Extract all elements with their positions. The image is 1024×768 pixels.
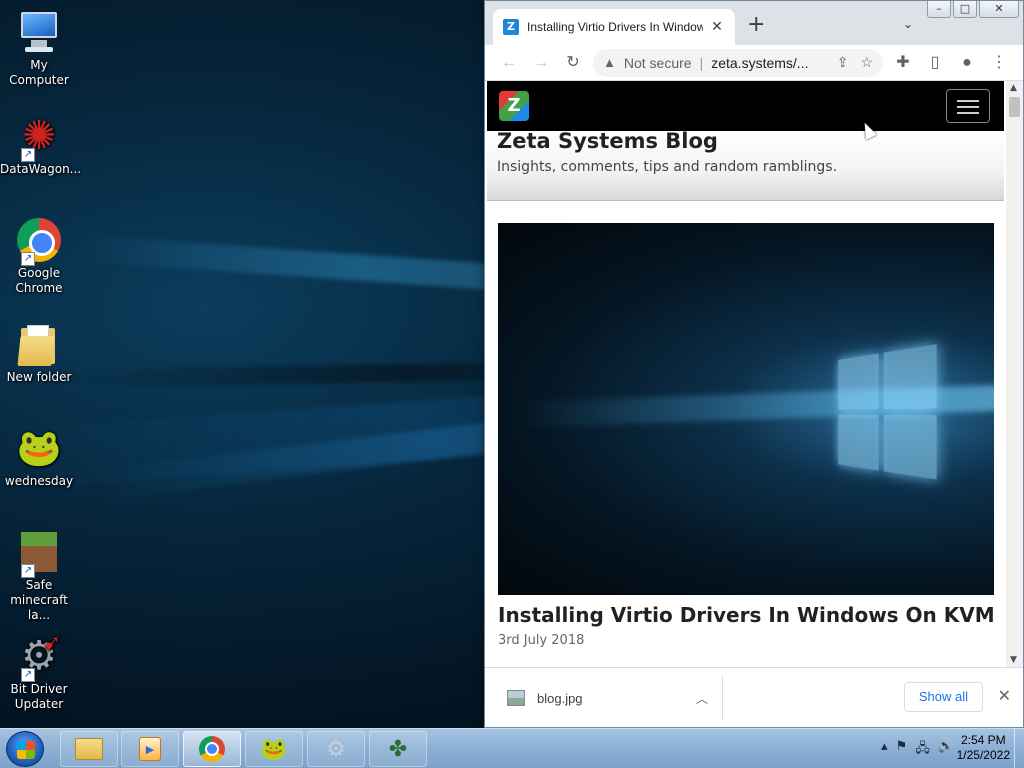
minimize-button[interactable]: –: [927, 1, 951, 18]
post-date: 3rd July 2018: [498, 633, 585, 648]
download-shelf: blog.jpg ︿ Show all ✕: [485, 667, 1023, 727]
desktop-icon-label: New folder: [6, 370, 72, 384]
network-icon[interactable]: 🖧: [915, 739, 930, 761]
maximize-button[interactable]: □: [953, 1, 977, 18]
close-download-bar-icon[interactable]: ✕: [998, 686, 1011, 706]
taskbar-bit-driver-updater[interactable]: ⚙: [307, 731, 365, 767]
start-button[interactable]: [6, 731, 44, 767]
folder-icon: [75, 738, 103, 760]
blog-tagline: Insights, comments, tips and random ramb…: [497, 159, 838, 175]
computer-icon: [15, 8, 63, 56]
new-tab-button[interactable]: +: [747, 13, 765, 37]
desktop-icon-new-folder[interactable]: New folder: [0, 320, 78, 385]
action-center-flag-icon[interactable]: ⚑: [896, 739, 908, 761]
window-caption-buttons: – □ ✕: [927, 1, 1019, 18]
media-player-icon: ▶: [139, 737, 161, 761]
desktop-icon-label: Bit Driver Updater: [10, 682, 68, 711]
chrome-icon: [199, 736, 225, 762]
gear-icon: ⚙ ➹ ↗: [21, 631, 61, 682]
clock-date: 1/25/2022: [956, 748, 1010, 762]
folder-icon: [15, 320, 63, 368]
taskbar-wednesday[interactable]: 🐸: [245, 731, 303, 767]
desktop-icon-bit-driver-updater[interactable]: ⚙ ➹ ↗ Bit Driver Updater: [0, 632, 78, 712]
clock-time: 2:54 PM: [960, 733, 1006, 747]
back-arrow-icon[interactable]: ←: [493, 49, 525, 77]
volume-icon[interactable]: 🔊: [938, 739, 954, 761]
taskbar-clock[interactable]: 2:54 PM 1/25/2022: [957, 733, 1010, 763]
desktop-icon-datawagon[interactable]: ✺ ↗ DataWagon...: [0, 112, 82, 177]
site-logo[interactable]: Z: [499, 91, 529, 121]
frog-icon: 🐸: [260, 736, 288, 762]
chrome-window: Z Installing Virtio Drivers In Windows ✕…: [484, 0, 1024, 728]
taskbar: ▶ 🐸 ⚙ ✤ ▴ ⚑ 🖧 🔊 2:54 PM 1/25/2022: [0, 728, 1024, 768]
show-hidden-icons-icon[interactable]: ▴: [881, 739, 888, 761]
close-window-button[interactable]: ✕: [979, 1, 1019, 18]
desktop-icon-label: DataWagon...: [0, 162, 82, 176]
taskbar-explorer[interactable]: [60, 731, 118, 767]
close-tab-icon[interactable]: ✕: [709, 19, 725, 35]
tab-search-chevron-icon[interactable]: ⌄: [903, 17, 913, 31]
windows-flag-icon: [17, 741, 35, 759]
desktop-icon-wednesday[interactable]: 🐸 wednesday: [0, 424, 78, 489]
taskbar-media-player[interactable]: ▶: [121, 731, 179, 767]
show-all-button[interactable]: Show all: [903, 682, 983, 712]
tab-active[interactable]: Z Installing Virtio Drivers In Windows ✕: [493, 9, 735, 45]
desktop-icon-my-computer[interactable]: My Computer: [0, 8, 78, 88]
app-logo-icon: ✤: [388, 736, 408, 762]
desktop-icon-label: Google Chrome: [15, 266, 63, 295]
warning-icon[interactable]: ▲: [603, 55, 616, 70]
scroll-down-icon[interactable]: ▼: [1010, 655, 1017, 665]
image-file-icon: [507, 690, 525, 706]
hamburger-menu-button[interactable]: [946, 89, 990, 123]
taskbar-app[interactable]: ✤: [369, 731, 427, 767]
download-file-name[interactable]: blog.jpg: [537, 691, 696, 706]
tab-strip: Z Installing Virtio Drivers In Windows ✕…: [485, 1, 1023, 45]
chrome-icon: ↗: [15, 216, 63, 266]
side-panel-icon[interactable]: ▯: [919, 49, 951, 77]
tab-title: Installing Virtio Drivers In Windows: [527, 20, 703, 34]
desktop-icon-google-chrome[interactable]: ↗ Google Chrome: [0, 216, 78, 296]
reload-icon[interactable]: ↻: [557, 49, 589, 77]
show-desktop-button[interactable]: [1014, 729, 1024, 768]
system-tray: ▴ ⚑ 🖧 🔊: [881, 739, 954, 761]
windows-logo-icon: [838, 344, 939, 482]
site-navbar: Z: [487, 81, 1004, 131]
menu-kebab-icon[interactable]: ⋮: [983, 49, 1015, 77]
datawagon-icon: ✺ ↗: [21, 112, 56, 162]
post-title-link[interactable]: Installing Virtio Drivers In Windows On …: [498, 603, 995, 627]
profile-avatar-icon[interactable]: ●: [951, 49, 983, 77]
security-label[interactable]: Not secure: [624, 55, 692, 71]
post-hero-image[interactable]: [498, 223, 994, 595]
share-icon[interactable]: ⇪: [837, 54, 849, 71]
frog-icon: 🐸: [16, 427, 62, 469]
extensions-puzzle-icon[interactable]: ✚: [887, 49, 919, 77]
url-text[interactable]: zeta.systems/...: [711, 55, 824, 71]
forward-arrow-icon[interactable]: →: [525, 49, 557, 77]
gear-icon: ⚙: [326, 736, 346, 762]
bookmark-star-icon[interactable]: ☆: [860, 54, 873, 71]
desktop-icon-label: Safe minecraft la...: [10, 578, 68, 622]
site-favicon-icon: Z: [503, 19, 519, 35]
download-item[interactable]: blog.jpg ︿: [499, 676, 723, 720]
page-scrollbar[interactable]: ▲ ▼: [1006, 81, 1023, 667]
taskbar-chrome[interactable]: [183, 731, 241, 767]
desktop-icon-label: My Computer: [9, 58, 69, 87]
minecraft-icon: ↗: [15, 528, 63, 578]
address-bar[interactable]: ▲ Not secure | zeta.systems/... ⇪ ☆: [593, 48, 883, 77]
browser-toolbar: ← → ↻ ▲ Not secure | zeta.systems/... ⇪ …: [485, 45, 1023, 81]
blog-header: Zeta Systems Blog Insights, comments, ti…: [487, 129, 1004, 201]
scroll-up-icon[interactable]: ▲: [1010, 83, 1017, 93]
blog-title[interactable]: Zeta Systems Blog: [497, 129, 718, 153]
desktop-icon-label: wednesday: [4, 474, 74, 488]
scroll-thumb[interactable]: [1009, 97, 1020, 117]
page-viewport[interactable]: Z Zeta Systems Blog Insights, comments, …: [487, 81, 1006, 667]
chevron-up-icon[interactable]: ︿: [696, 690, 708, 707]
desktop-icon-minecraft[interactable]: ↗ Safe minecraft la...: [0, 528, 78, 623]
